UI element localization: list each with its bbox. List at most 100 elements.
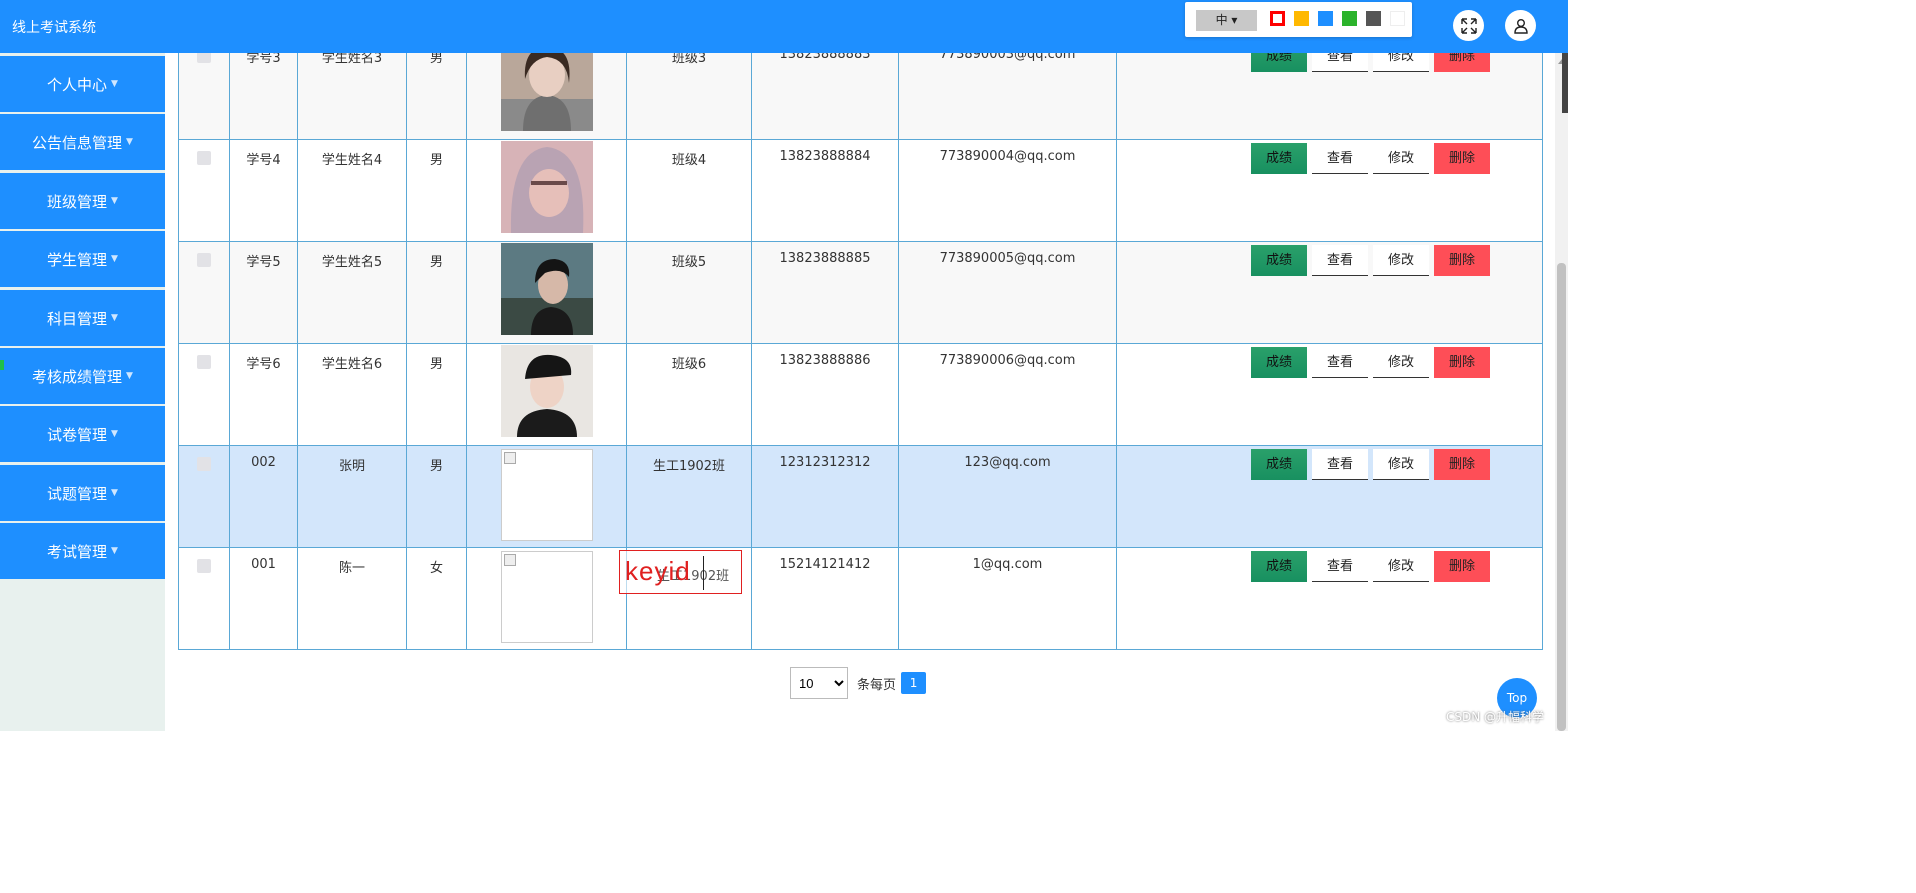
score-button[interactable]: 成绩 [1251, 245, 1307, 276]
sidebar-item-classes[interactable]: 班级管理 ▼ [0, 173, 165, 229]
sidebar-item-students[interactable]: 学生管理 ▼ [0, 231, 165, 287]
view-button[interactable]: 查看 [1312, 449, 1368, 480]
student-gender: 男 [406, 53, 467, 140]
score-button[interactable]: 成绩 [1251, 347, 1307, 378]
student-table: 学号3 学生姓名3 男班级3 13823888883 773890003@qq.com 成… [178, 53, 1543, 650]
student-phone: 13823888885 [751, 241, 899, 344]
student-photo [500, 53, 593, 131]
sidebar-item-papers[interactable]: 试卷管理 ▼ [0, 406, 165, 462]
student-photo [500, 243, 593, 335]
student-email: 123@qq.com [898, 445, 1117, 548]
sidebar-item-subjects[interactable]: 科目管理 ▼ [0, 290, 165, 346]
table-row[interactable]: 学号4 学生姓名4 男班级4 13823888884 773890004@qq.com 成… [178, 139, 1543, 242]
student-name: 学生姓名4 [297, 139, 407, 242]
edit-button[interactable]: 修改 [1373, 551, 1429, 582]
student-gender: 男 [406, 445, 467, 548]
actions-cell: 成绩 查看 修改 删除 [1116, 445, 1543, 548]
student-name: 学生姓名3 [297, 53, 407, 140]
student-class: 班级3 [626, 53, 752, 140]
delete-button[interactable]: 删除 [1434, 449, 1490, 480]
sidebar-item-label: 考核成绩管理 [32, 367, 123, 386]
row-checkbox[interactable] [197, 151, 211, 165]
edit-button[interactable]: 修改 [1373, 347, 1429, 378]
delete-button[interactable]: 删除 [1434, 143, 1490, 174]
sidebar-item-label: 试题管理 [47, 484, 108, 503]
row-checkbox[interactable] [197, 53, 211, 63]
checkbox-cell [178, 139, 230, 242]
sidebar-item-exams[interactable]: 考试管理 ▼ [0, 523, 165, 579]
checkbox-cell [178, 53, 230, 140]
page-size-select[interactable]: 102050 [790, 667, 848, 699]
page-button-1[interactable]: 1 [901, 672, 927, 694]
student-class: 班级6 [626, 343, 752, 446]
student-email: 773890003@qq.com [898, 53, 1117, 140]
sidebar-item-label: 个人中心 [47, 75, 108, 94]
score-button[interactable]: 成绩 [1251, 53, 1307, 72]
scrollbar[interactable] [1555, 53, 1568, 731]
table-row[interactable]: 学号5 学生姓名5 男班级5 13823888885 773890005@qq.com 成… [178, 241, 1543, 344]
caret-down-icon: ▼ [111, 546, 118, 556]
caret-down-icon: ▼ [111, 79, 118, 89]
student-name: 陈一 [297, 547, 407, 650]
edit-button[interactable]: 修改 [1373, 53, 1429, 72]
student-photo [500, 345, 593, 437]
student-name: 学生姓名5 [297, 241, 407, 344]
view-button[interactable]: 查看 [1312, 143, 1368, 174]
actions-cell: 成绩 查看 修改 删除 [1116, 547, 1543, 650]
student-id: 学号6 [229, 343, 298, 446]
sidebar-item-label: 试卷管理 [47, 425, 108, 444]
color-swatch-gray[interactable] [1366, 11, 1381, 26]
score-button[interactable]: 成绩 [1251, 143, 1307, 174]
student-gender: 女 [406, 547, 467, 650]
sidebar-item-personal-center[interactable]: 个人中心 ▼ [0, 56, 165, 112]
edit-button[interactable]: 修改 [1373, 143, 1429, 174]
fullscreen-button[interactable] [1453, 10, 1484, 41]
row-checkbox[interactable] [197, 559, 211, 573]
delete-button[interactable]: 删除 [1434, 551, 1490, 582]
delete-button[interactable]: 删除 [1434, 245, 1490, 276]
table-row[interactable]: 001陈一女生工1902班152141214121@qq.com成绩查看修改删除 [178, 547, 1543, 650]
table-row[interactable]: 学号3 学生姓名3 男班级3 13823888883 773890003@qq.com 成… [178, 53, 1543, 140]
row-checkbox[interactable] [197, 355, 211, 369]
score-button[interactable]: 成绩 [1251, 551, 1307, 582]
view-button[interactable]: 查看 [1312, 347, 1368, 378]
broken-image-icon [500, 449, 593, 541]
annotation-text-box[interactable]: 生工1902班 keyid [619, 550, 742, 594]
edit-button[interactable]: 修改 [1373, 245, 1429, 276]
actions-cell: 成绩 查看 修改 删除 [1116, 139, 1543, 242]
checkbox-cell [178, 343, 230, 446]
user-menu-button[interactable] [1505, 10, 1536, 41]
row-checkbox[interactable] [197, 253, 211, 267]
per-page-label: 条每页 [857, 677, 897, 693]
student-email: 773890004@qq.com [898, 139, 1117, 242]
view-button[interactable]: 查看 [1312, 53, 1368, 72]
color-swatch-blue[interactable] [1318, 11, 1333, 26]
delete-button[interactable]: 删除 [1434, 53, 1490, 72]
sidebar-item-questions[interactable]: 试题管理 ▼ [0, 465, 165, 521]
broken-image-icon [500, 551, 593, 643]
color-swatch-red[interactable] [1270, 11, 1285, 26]
sidebar-item-announcements[interactable]: 公告信息管理 ▼ [0, 114, 165, 170]
color-swatch-white[interactable] [1390, 11, 1405, 26]
table-row[interactable]: 学号6 学生姓名6 男班级6 13823888886 773890006@qq.com 成… [178, 343, 1543, 446]
annotation-text[interactable]: keyid [625, 556, 691, 587]
view-button[interactable]: 查看 [1312, 551, 1368, 582]
color-swatch-green[interactable] [1342, 11, 1357, 26]
table-row[interactable]: 002 张明男生工1902班 12312312312 123@qq.com 成绩 查看 修改… [178, 445, 1543, 548]
watermark: CSDN @升幅科学 [1446, 710, 1545, 724]
main-content: 学号3 学生姓名3 男班级3 13823888883 773890003@qq.com 成… [165, 53, 1555, 731]
student-phone: 15214121412 [751, 547, 899, 650]
view-button[interactable]: 查看 [1312, 245, 1368, 276]
pen-size-select[interactable]: 中 ▾ [1196, 10, 1257, 31]
sidebar-item-grades[interactable]: 考核成绩管理 ▼ [0, 348, 165, 404]
scrollbar-thumb[interactable] [1557, 263, 1566, 731]
photo-cell [466, 343, 627, 446]
row-checkbox[interactable] [197, 457, 211, 471]
sidebar-item-label: 公告信息管理 [32, 133, 123, 152]
delete-button[interactable]: 删除 [1434, 347, 1490, 378]
edit-button[interactable]: 修改 [1373, 449, 1429, 480]
student-phone: 12312312312 [751, 445, 899, 548]
color-swatch-yellow[interactable] [1294, 11, 1309, 26]
student-id: 学号5 [229, 241, 298, 344]
score-button[interactable]: 成绩 [1251, 449, 1307, 480]
